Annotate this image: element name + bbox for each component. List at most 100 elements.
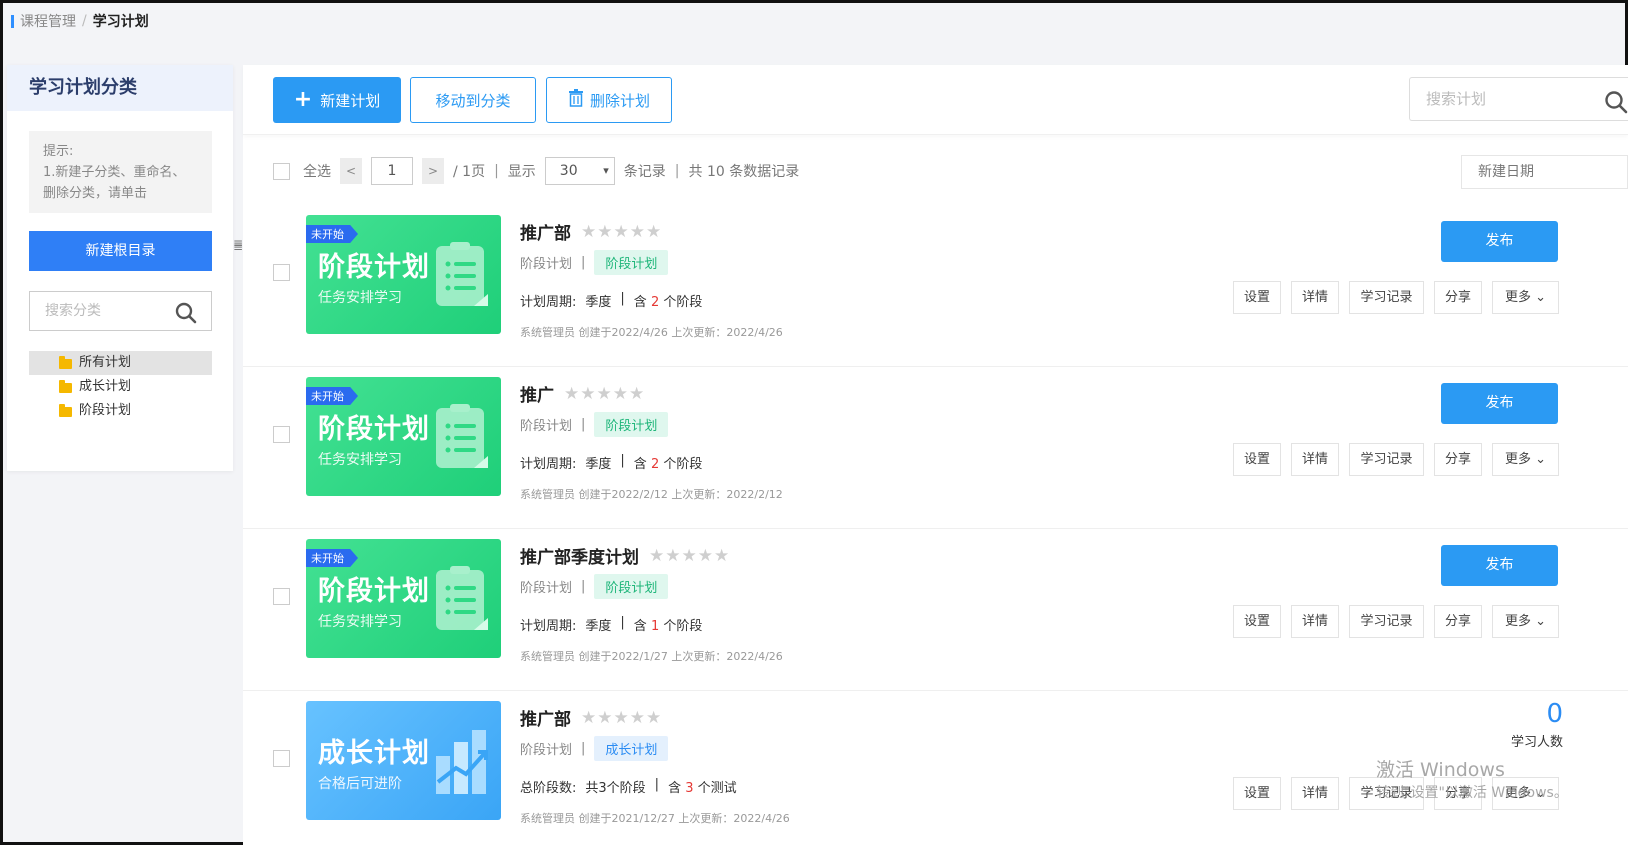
tree-item-growth[interactable]: 成长计划	[29, 375, 212, 399]
contains-prefix: 含	[668, 781, 682, 796]
page-number-input[interactable]: 1	[371, 157, 413, 185]
new-plan-label: 新建计划	[320, 91, 381, 110]
period-value: 季度	[585, 619, 612, 634]
plan-tag: 阶段计划	[594, 250, 669, 275]
settings-button[interactable]: 设置	[1233, 605, 1281, 638]
share-button[interactable]: 分享	[1434, 443, 1482, 476]
tree-item-label: 阶段计划	[79, 403, 132, 418]
learning-record-button[interactable]: 学习记录	[1349, 281, 1424, 314]
plan-name[interactable]: 推广	[520, 381, 554, 406]
learning-record-button[interactable]: 学习记录	[1349, 443, 1424, 476]
plan-period-row: 总阶段数: 共3个阶段 | 含 3 个测试	[520, 777, 737, 796]
plan-tag: 成长计划	[594, 736, 669, 761]
plan-name[interactable]: 推广部	[520, 219, 571, 244]
plan-row: 未开始 阶段计划 任务安排学习 推广 ★★★★★ 阶段计划 | 阶段计划 计划周…	[243, 367, 1628, 529]
plan-footer: 系统管理员 创建于2022/4/26 上次更新：2022/4/26	[520, 326, 783, 339]
plan-type-row: 阶段计划 | 阶段计划	[520, 250, 669, 275]
more-dropdown[interactable]: 更多 ⌄	[1492, 281, 1559, 314]
watermark-subtitle: 转到"设置"以激活 Windows。	[1376, 785, 1568, 801]
plan-cover[interactable]: 成长计划 合格后可进阶	[306, 701, 501, 820]
period-label: 计划周期:	[520, 457, 577, 472]
new-plan-button[interactable]: + 新建计划	[273, 77, 401, 123]
plan-period-row: 计划周期: 季度 | 含 1 个阶段	[520, 615, 702, 634]
contains-prefix: 含	[633, 619, 647, 634]
next-page-button[interactable]: >	[422, 158, 444, 184]
category-search-input[interactable]: 搜索分类	[29, 291, 212, 331]
plan-checkbox[interactable]	[273, 588, 290, 605]
plan-type-row: 阶段计划 | 阶段计划	[520, 574, 669, 599]
publish-button[interactable]: 发布	[1441, 221, 1558, 262]
plan-name[interactable]: 推广部季度计划	[520, 543, 639, 568]
contains-number: 2	[650, 295, 660, 310]
resize-handle-icon[interactable]: ≡ ≡	[233, 237, 243, 253]
plan-checkbox[interactable]	[273, 750, 290, 767]
plan-search-input[interactable]: 搜索计划	[1409, 77, 1628, 121]
breadcrumb-marker	[11, 14, 14, 28]
move-to-category-button[interactable]: 移动到分类	[410, 77, 536, 123]
detail-button[interactable]: 详情	[1291, 443, 1339, 476]
contains-suffix: 个测试	[697, 781, 737, 796]
sidebar-tip: 提示: 1.新建子分类、重命名、删除分类，请单击	[29, 131, 212, 213]
settings-button[interactable]: 设置	[1233, 777, 1281, 810]
breadcrumb-parent[interactable]: 课程管理	[20, 11, 76, 31]
tree-item-stage[interactable]: 阶段计划	[29, 399, 212, 423]
plan-row: 未开始 阶段计划 任务安排学习 推广部 ★★★★★ 阶段计划 | 阶段计划 计划…	[243, 205, 1628, 367]
new-root-button[interactable]: 新建根目录	[29, 231, 212, 271]
plan-cover[interactable]: 未开始 阶段计划 任务安排学习	[306, 539, 501, 658]
share-button[interactable]: 分享	[1434, 605, 1482, 638]
sort-select[interactable]: 新建日期	[1461, 155, 1628, 189]
delete-plan-button[interactable]: 删除计划	[546, 77, 672, 123]
breadcrumb: 课程管理 / 学习计划	[11, 11, 149, 31]
stage-count: 含 2 个阶段	[634, 291, 703, 310]
watermark-title: 激活 Windows	[1376, 759, 1505, 781]
period-label: 总阶段数:	[520, 781, 577, 796]
cover-subtitle: 任务安排学习	[318, 290, 402, 306]
settings-button[interactable]: 设置	[1233, 281, 1281, 314]
divider: |	[581, 741, 586, 756]
plan-cover[interactable]: 未开始 阶段计划 任务安排学习	[306, 377, 501, 496]
publish-button[interactable]: 发布	[1441, 545, 1558, 586]
tree-item-all[interactable]: 所有计划	[29, 351, 212, 375]
plan-list-panel: + 新建计划 移动到分类 删除计划 搜索计划 全选 < 1 > / 1页 | 显…	[243, 65, 1628, 845]
plan-cover[interactable]: 未开始 阶段计划 任务安排学习	[306, 215, 501, 334]
divider: |	[620, 453, 625, 468]
learner-count-value[interactable]: 0	[1503, 699, 1563, 729]
more-dropdown[interactable]: 更多 ⌄	[1492, 605, 1559, 638]
period-value: 季度	[585, 295, 612, 310]
plan-footer: 系统管理员 创建于2022/1/27 上次更新：2022/4/26	[520, 650, 783, 663]
learning-record-button[interactable]: 学习记录	[1349, 605, 1424, 638]
plan-period-row: 计划周期: 季度 | 含 2 个阶段	[520, 453, 702, 472]
cover-subtitle: 任务安排学习	[318, 614, 402, 630]
plan-type-row: 阶段计划 | 阶段计划	[520, 412, 669, 437]
tip-text: 1.新建子分类、重命名、删除分类，请单击	[43, 165, 186, 201]
show-label: 显示	[507, 164, 536, 180]
tip-heading: 提示:	[43, 144, 74, 159]
clipboard-icon	[434, 566, 490, 638]
status-badge: 未开始	[306, 549, 358, 567]
status-badge: 未开始	[306, 387, 358, 405]
plan-checkbox[interactable]	[273, 264, 290, 281]
more-dropdown[interactable]: 更多 ⌄	[1492, 443, 1559, 476]
publish-button[interactable]: 发布	[1441, 383, 1558, 424]
settings-button[interactable]: 设置	[1233, 443, 1281, 476]
plan-checkbox[interactable]	[273, 426, 290, 443]
detail-button[interactable]: 详情	[1291, 777, 1339, 810]
search-icon[interactable]	[1604, 88, 1628, 130]
plan-name[interactable]: 推广部	[520, 705, 571, 730]
page-size-select[interactable]: 30	[544, 157, 615, 185]
prev-page-button[interactable]: <	[340, 158, 362, 184]
search-icon[interactable]	[175, 301, 197, 339]
toolbar: + 新建计划 移动到分类 删除计划 搜索计划	[243, 65, 1628, 135]
category-sidebar: 学习计划分类 提示: 1.新建子分类、重命名、删除分类，请单击 新建根目录 搜索…	[7, 65, 233, 471]
select-all-checkbox[interactable]	[273, 162, 290, 180]
divider: |	[620, 615, 625, 630]
detail-button[interactable]: 详情	[1291, 605, 1339, 638]
plan-row: 未开始 阶段计划 任务安排学习 推广部季度计划 ★★★★★ 阶段计划 | 阶段计…	[243, 529, 1628, 691]
clipboard-icon	[434, 404, 490, 476]
cover-subtitle: 任务安排学习	[318, 452, 402, 468]
period-label: 计划周期:	[520, 295, 577, 310]
period-value: 季度	[585, 457, 612, 472]
records-label: 条记录	[623, 164, 666, 180]
detail-button[interactable]: 详情	[1291, 281, 1339, 314]
share-button[interactable]: 分享	[1434, 281, 1482, 314]
